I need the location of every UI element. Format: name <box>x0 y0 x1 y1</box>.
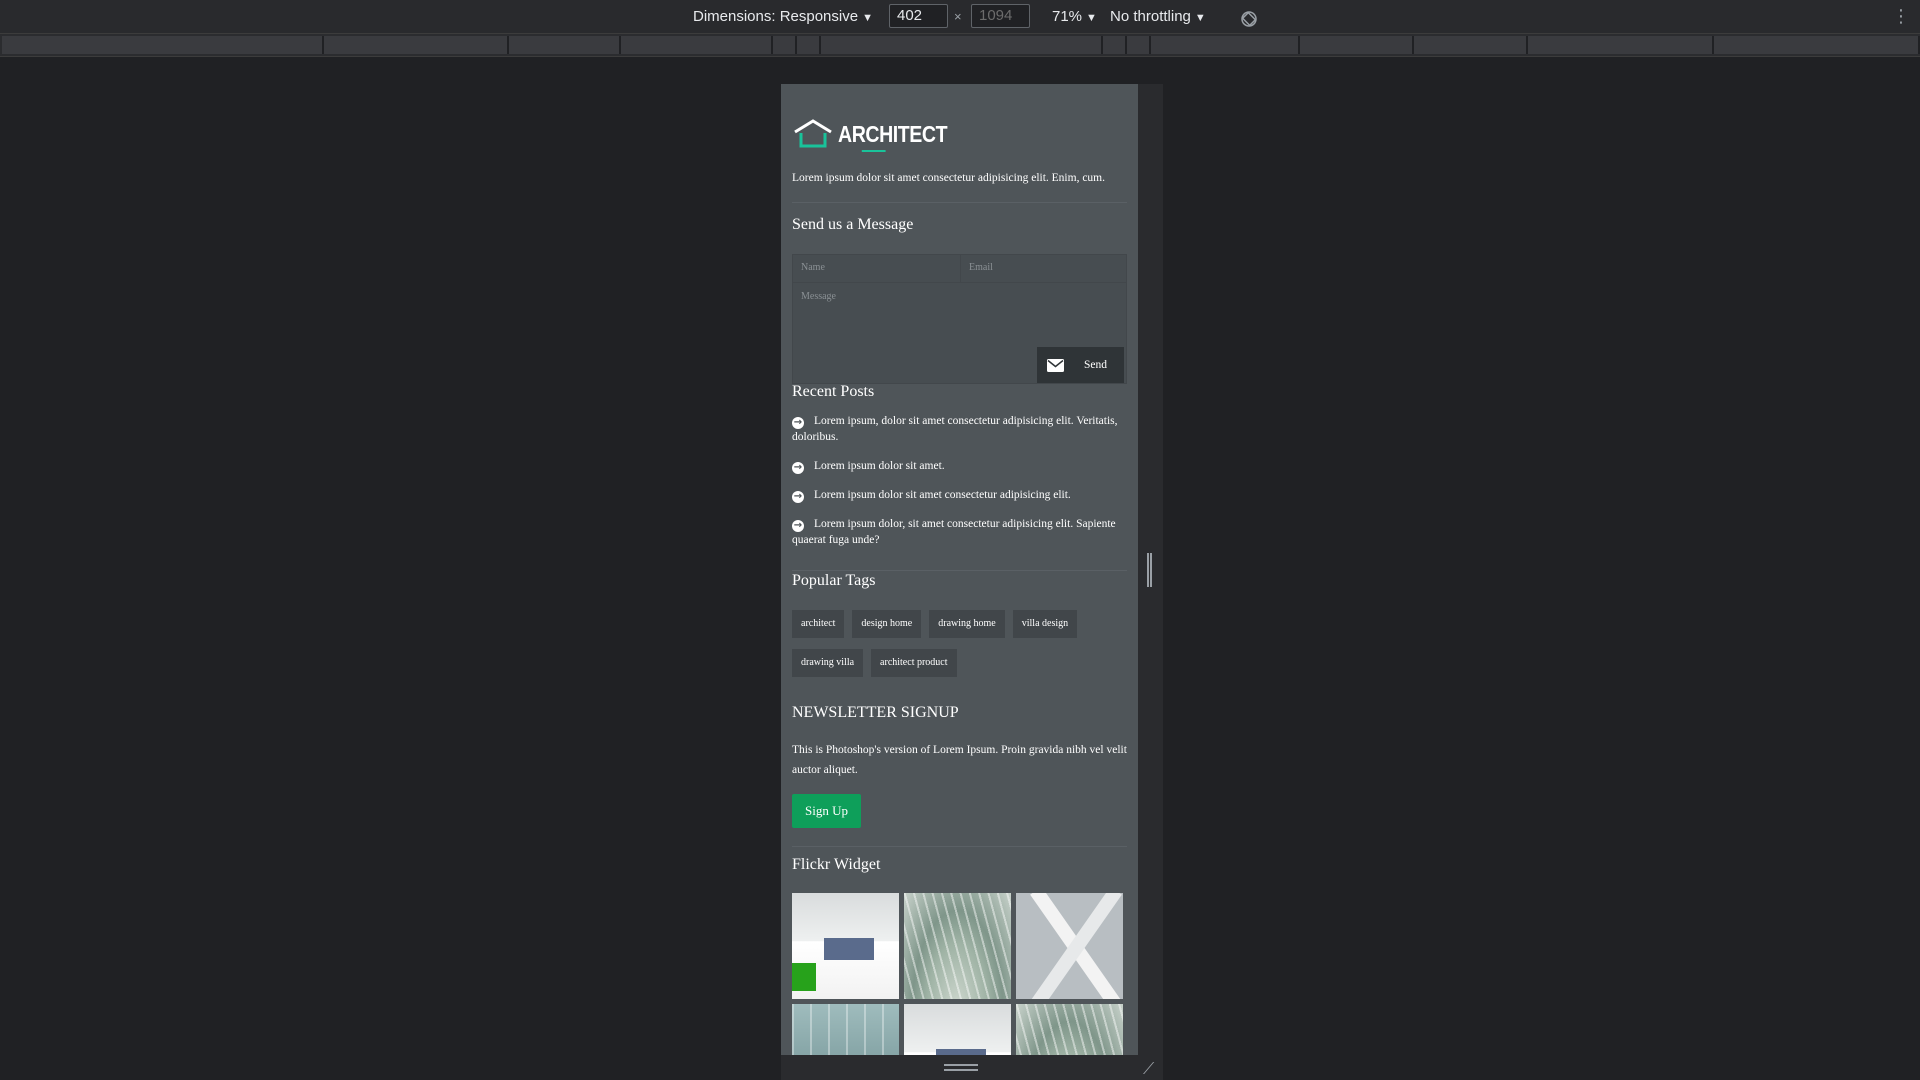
zoom-dropdown[interactable]: 71% ▼ <box>1052 0 1097 33</box>
divider <box>792 846 1127 847</box>
tag-villa-design[interactable]: villa design <box>1012 610 1078 638</box>
send-button[interactable]: Send <box>1037 347 1124 383</box>
dimensions-label: Dimensions: Responsive <box>693 8 859 25</box>
logo-text: ARCHITECT <box>838 120 948 152</box>
list-item[interactable]: → Lorem ipsum dolor, sit amet consectetur… <box>792 516 1127 548</box>
flickr-title: Flickr Widget <box>792 856 881 873</box>
flickr-thumbnail[interactable] <box>1016 893 1123 999</box>
flickr-title-wrap: Flickr Widget <box>792 856 1127 874</box>
popular-tags-title-wrap: Popular Tags <box>792 572 1127 590</box>
list-item[interactable]: → Lorem ipsum dolor sit amet consectetur … <box>792 487 1127 503</box>
flickr-thumbnail[interactable] <box>1016 1004 1123 1055</box>
flickr-thumbnail[interactable] <box>904 1004 1011 1055</box>
recent-posts-title: Recent Posts <box>792 383 875 400</box>
contact-title-wrap: Send us a Message <box>792 216 1127 234</box>
dimensions-dropdown[interactable]: Dimensions: Responsive ▼ <box>693 0 873 33</box>
flickr-thumbnail[interactable] <box>792 1004 899 1055</box>
tag-architect[interactable]: architect <box>792 610 845 638</box>
send-label: Send <box>1084 359 1107 371</box>
chevron-down-icon: ▼ <box>1086 12 1097 24</box>
height-input[interactable]: 1094 <box>971 4 1030 28</box>
tag-drawing-villa[interactable]: drawing villa <box>792 649 864 677</box>
arrow-circle-icon: → <box>792 417 804 429</box>
newsletter-title: NEWSLETTER SIGNUP <box>792 704 959 721</box>
post-link[interactable]: Lorem ipsum, dolor sit amet consectetur … <box>792 415 1118 443</box>
contact-form: Name Email Message Send <box>792 254 1127 384</box>
arrow-circle-icon: → <box>792 462 804 474</box>
flickr-thumbnail[interactable] <box>904 893 1011 999</box>
more-options-icon[interactable]: ⋮ <box>1892 0 1910 33</box>
popular-tags-title: Popular Tags <box>792 572 876 589</box>
device-viewport: ARCHITECT Lorem ipsum dolor sit amet con… <box>781 84 1138 1055</box>
tag-design-home[interactable]: design home <box>852 610 922 638</box>
envelope-icon <box>1047 358 1064 372</box>
chevron-down-icon: ▼ <box>1194 12 1206 24</box>
site-logo[interactable]: ARCHITECT <box>792 114 1127 154</box>
arrow-circle-icon: → <box>792 520 804 532</box>
flickr-gallery <box>792 893 1127 1055</box>
list-item[interactable]: → Lorem ipsum, dolor sit amet consectetur… <box>792 413 1127 445</box>
media-query-bar[interactable] <box>0 34 1920 57</box>
email-input[interactable]: Email <box>961 255 1126 283</box>
house-icon <box>794 119 832 148</box>
flickr-thumbnail[interactable] <box>792 893 899 999</box>
tag-drawing-home[interactable]: drawing home <box>929 610 1005 638</box>
signup-button[interactable]: Sign Up <box>792 794 861 828</box>
recent-posts-title-wrap: Recent Posts <box>792 383 1127 401</box>
recent-posts-list: → Lorem ipsum, dolor sit amet consectetur… <box>792 413 1127 561</box>
divider <box>792 570 1127 571</box>
post-link[interactable]: Lorem ipsum dolor sit amet. <box>814 460 945 472</box>
zoom-label: 71% <box>1052 8 1083 25</box>
tag-architect-product[interactable]: architect product <box>871 649 957 677</box>
contact-title: Send us a Message <box>792 216 914 233</box>
name-input[interactable]: Name <box>793 255 961 283</box>
tag-cloud: architect design home drawing home villa… <box>792 610 1092 677</box>
resize-handle-right[interactable] <box>1147 553 1152 587</box>
post-link[interactable]: Lorem ipsum dolor, sit amet consectetur … <box>792 518 1116 546</box>
resize-handle-bottom[interactable] <box>944 1064 978 1071</box>
newsletter-text: This is Photoshop's version of Lorem Ips… <box>792 744 1127 776</box>
throttling-label: No throttling <box>1110 8 1191 25</box>
list-item[interactable]: → Lorem ipsum dolor sit amet. <box>792 458 1127 474</box>
throttling-dropdown[interactable]: No throttling ▼ <box>1110 0 1206 33</box>
resize-corner-icon[interactable]: ⟋ <box>1143 1059 1154 1079</box>
post-link[interactable]: Lorem ipsum dolor sit amet consectetur a… <box>814 489 1071 501</box>
chevron-down-icon: ▼ <box>862 12 873 24</box>
intro-text: Lorem ipsum dolor sit amet consectetur a… <box>792 172 1105 184</box>
devtools-device-toolbar: Dimensions: Responsive ▼ 402 × 1094 71% ▼ … <box>0 0 1920 34</box>
arrow-circle-icon: → <box>792 491 804 503</box>
divider <box>792 202 1127 203</box>
rotate-icon[interactable] <box>1240 7 1258 27</box>
newsletter-title-wrap: NEWSLETTER SIGNUP <box>792 704 1127 722</box>
times-separator: × <box>954 9 962 24</box>
width-input[interactable]: 402 <box>889 4 948 28</box>
message-textarea[interactable]: Message <box>793 284 1126 312</box>
